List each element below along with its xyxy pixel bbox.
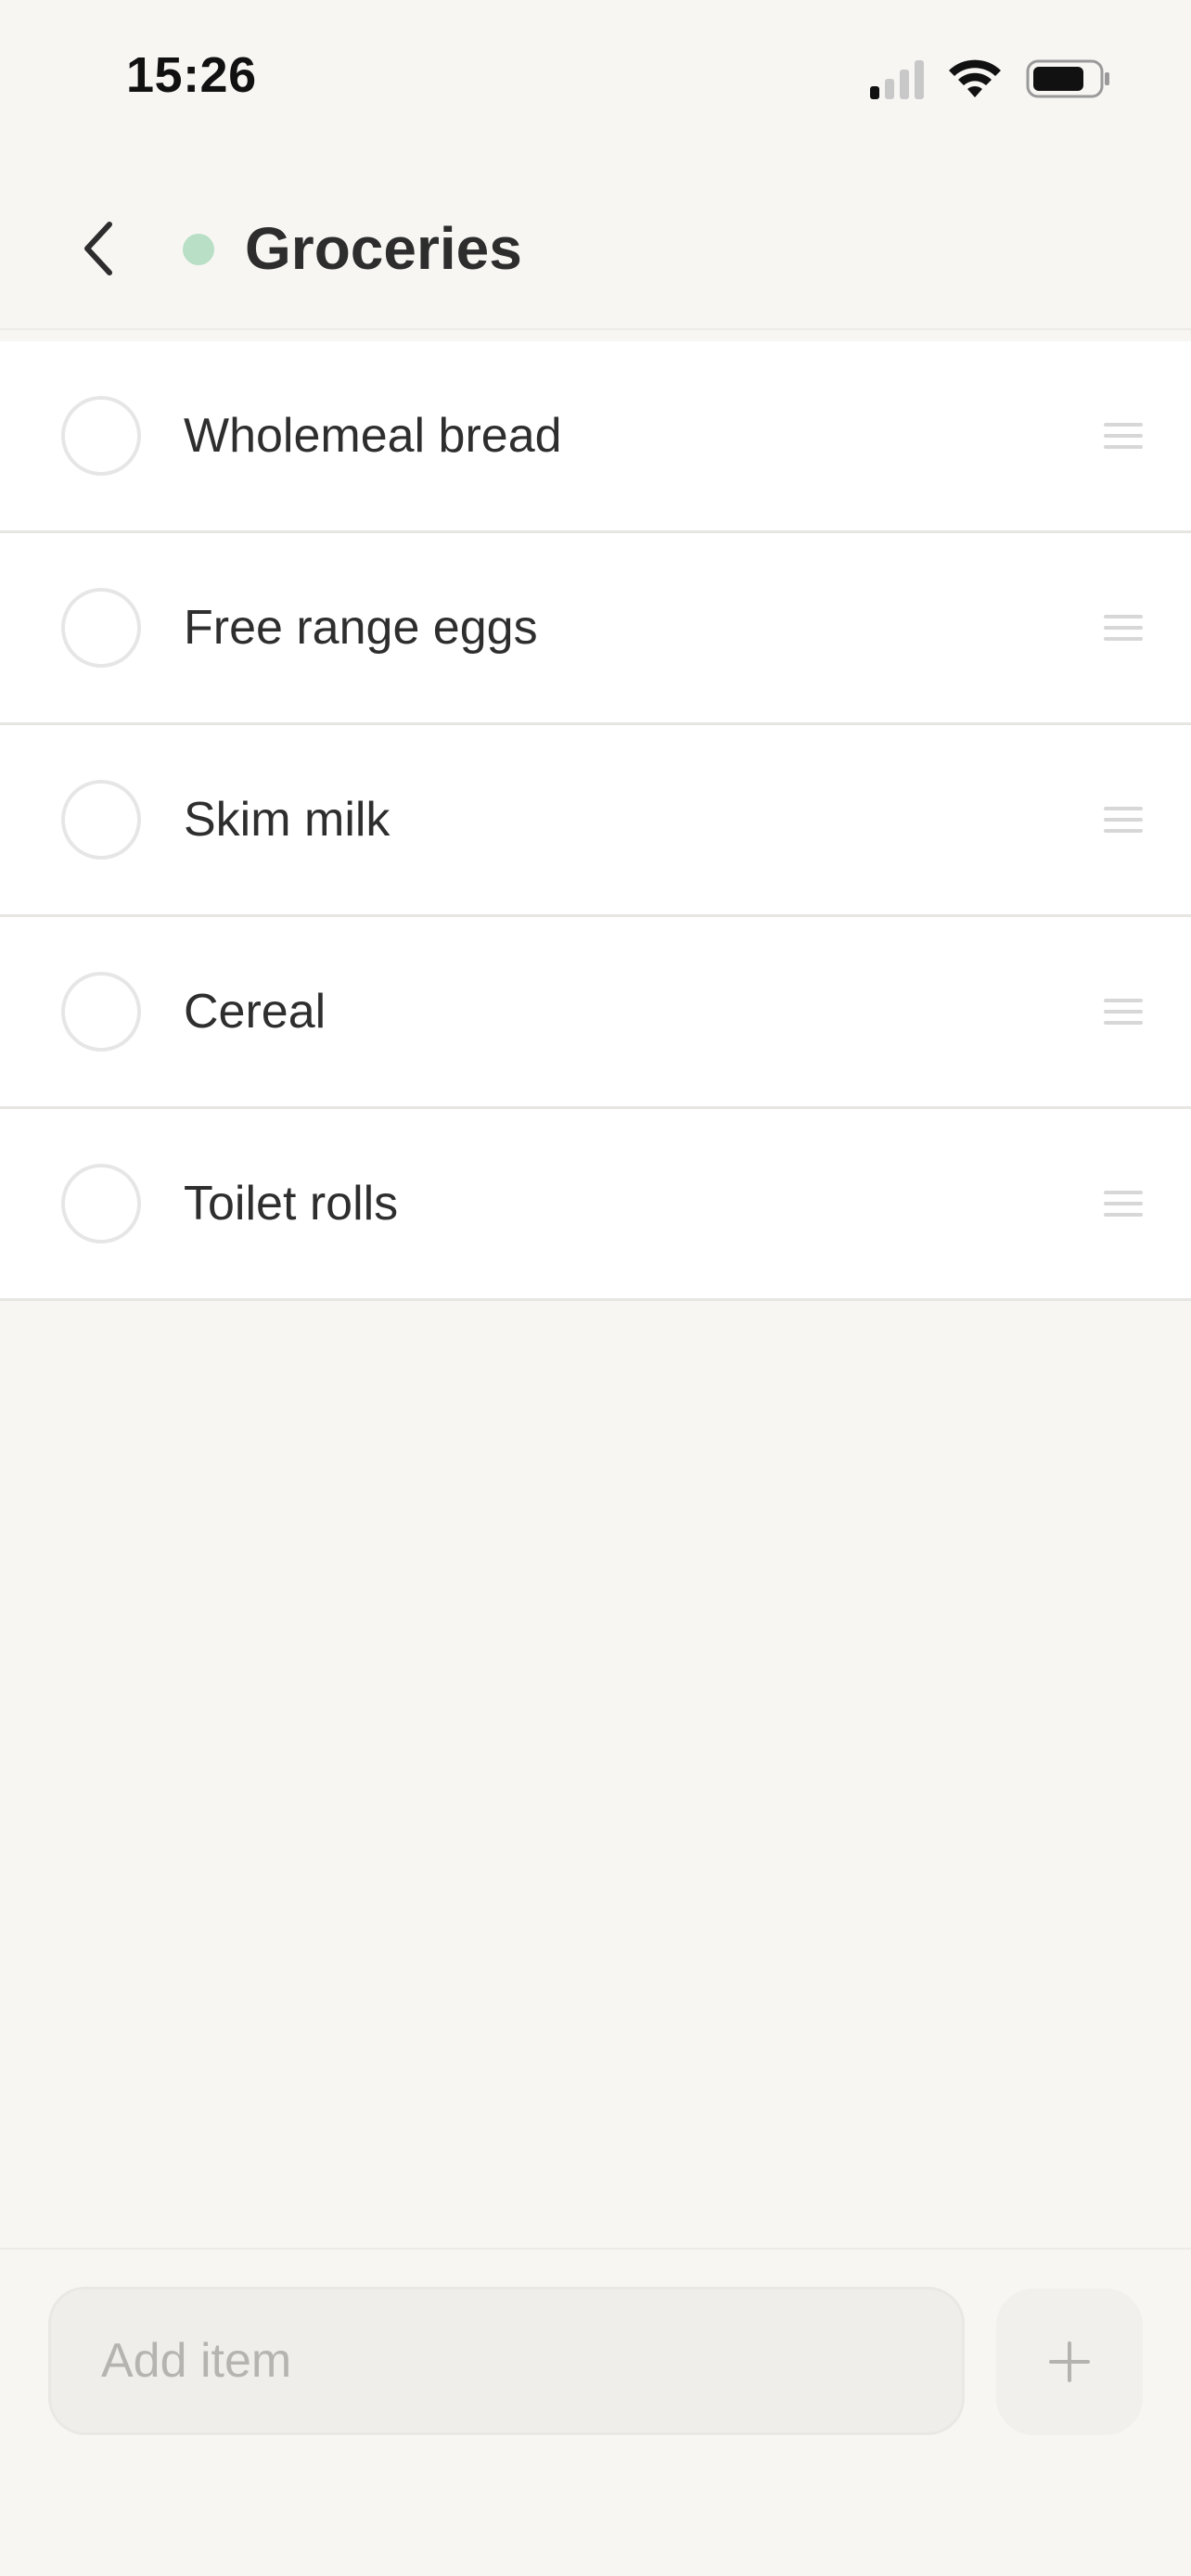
list-item[interactable]: Cereal <box>0 917 1191 1109</box>
item-label: Free range eggs <box>184 601 538 655</box>
bottom-divider <box>0 2248 1191 2250</box>
plus-icon <box>1049 2341 1090 2382</box>
status-icons <box>870 56 1111 102</box>
item-label: Cereal <box>184 985 327 1039</box>
header: Groceries <box>0 158 1191 330</box>
drag-handle-icon[interactable] <box>1104 807 1143 833</box>
status-time: 15:26 <box>126 47 257 103</box>
drag-handle-icon[interactable] <box>1104 423 1143 449</box>
add-item-input[interactable] <box>48 2287 965 2435</box>
cellular-signal-icon <box>870 58 924 99</box>
status-bar: 15:26 <box>0 0 1191 158</box>
list-item[interactable]: Toilet rolls <box>0 1109 1191 1301</box>
list-item[interactable]: Wholemeal bread <box>0 341 1191 533</box>
drag-handle-icon[interactable] <box>1104 615 1143 641</box>
add-item-button[interactable] <box>996 2289 1143 2435</box>
header-divider <box>0 328 1191 330</box>
list-item[interactable]: Free range eggs <box>0 533 1191 725</box>
groceries-screen: 15:26 Groceries Wholemeal bread Free ran… <box>0 0 1191 2576</box>
drag-handle-icon[interactable] <box>1104 1191 1143 1217</box>
battery-icon <box>1026 59 1109 98</box>
item-checkbox[interactable] <box>61 1164 141 1243</box>
back-button[interactable] <box>56 204 145 293</box>
page-title: Groceries <box>245 215 522 282</box>
chevron-left-icon <box>84 222 112 275</box>
item-label: Wholemeal bread <box>184 409 562 463</box>
wifi-icon <box>949 59 1001 97</box>
item-checkbox[interactable] <box>61 396 141 476</box>
item-label: Toilet rolls <box>184 1177 399 1231</box>
item-label: Skim milk <box>184 793 391 847</box>
list-item[interactable]: Skim milk <box>0 725 1191 917</box>
item-checkbox[interactable] <box>61 588 141 668</box>
drag-handle-icon[interactable] <box>1104 999 1143 1025</box>
item-checkbox[interactable] <box>61 780 141 860</box>
list-color-dot <box>183 234 214 265</box>
item-checkbox[interactable] <box>61 972 141 1052</box>
item-list: Wholemeal bread Free range eggs Skim mil… <box>0 341 1191 1301</box>
